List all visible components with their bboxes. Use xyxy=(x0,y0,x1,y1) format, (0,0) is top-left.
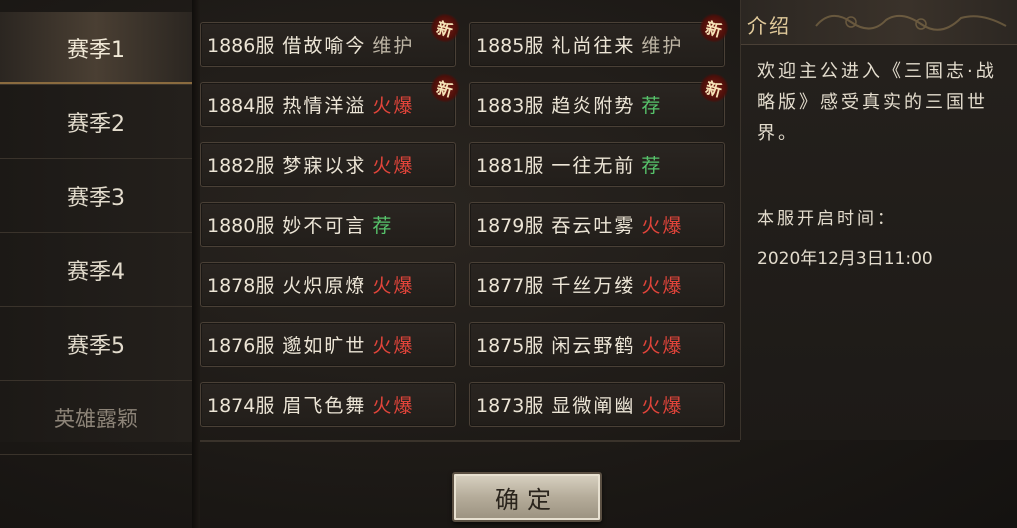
server-status: 荐 xyxy=(641,155,663,177)
server-name: 闲云野鹤 xyxy=(551,335,636,357)
server-card[interactable]: 1879服 吞云吐雾 火爆 xyxy=(469,202,725,247)
intro-panel: 介绍 欢迎主公进入《三国志·战略版》感受真实的三国世界。 本服开启时间： 202… xyxy=(740,0,1017,440)
game-dialog: 赛季1 赛季2 赛季3 赛季4 赛季5 英雄露颖 1886服 借故喻今 维护新 1885服 礼尚往… xyxy=(0,0,1017,528)
server-name: 邈如旷世 xyxy=(282,335,367,357)
server-card[interactable]: 1876服 邈如旷世 火爆 xyxy=(200,322,456,367)
server-number: 1880服 xyxy=(207,215,275,237)
server-card[interactable]: 1886服 借故喻今 维护新 xyxy=(200,10,463,67)
server-card[interactable]: 1882服 梦寐以求 火爆 xyxy=(200,142,456,187)
server-number: 1881服 xyxy=(476,155,544,177)
server-status: 火爆 xyxy=(372,395,415,417)
new-badge-icon: 新 xyxy=(427,70,463,106)
season-tab-6[interactable]: 英雄露颖 xyxy=(0,382,192,455)
server-status: 火爆 xyxy=(372,335,415,357)
season-sidebar: 赛季1 赛季2 赛季3 赛季4 赛季5 英雄露颖 xyxy=(0,12,192,455)
server-name: 显微阐幽 xyxy=(551,395,636,417)
sidebar-divider xyxy=(192,0,200,528)
server-number: 1878服 xyxy=(207,275,275,297)
server-card[interactable]: 1878服 火炽原燎 火爆 xyxy=(200,262,456,307)
server-status: 维护 xyxy=(372,35,415,57)
server-card[interactable]: 1877服 千丝万缕 火爆 xyxy=(469,262,725,307)
grid-divider xyxy=(200,440,740,442)
cloud-ornament-icon xyxy=(815,14,1007,31)
season-tab-5[interactable]: 赛季5 xyxy=(0,308,192,381)
open-time-label: 本服开启时间： xyxy=(757,209,897,229)
server-name: 梦寐以求 xyxy=(282,155,367,177)
server-name: 趋炎附势 xyxy=(551,95,636,117)
server-grid: 1886服 借故喻今 维护新 1885服 礼尚往来 维护新 1884服 热情洋溢 火爆新 1883… xyxy=(200,10,735,444)
season-tab-2[interactable]: 赛季2 xyxy=(0,86,192,159)
server-card[interactable]: 1881服 一往无前荐 xyxy=(469,142,725,187)
server-name: 千丝万缕 xyxy=(551,275,636,297)
server-card[interactable]: 1883服 趋炎附势荐 新 xyxy=(469,70,732,127)
new-badge-icon: 新 xyxy=(696,10,732,46)
server-name: 热情洋溢 xyxy=(282,95,367,117)
server-number: 1875服 xyxy=(476,335,544,357)
server-number: 1885服 xyxy=(476,35,544,57)
server-number: 1882服 xyxy=(207,155,275,177)
server-status: 火爆 xyxy=(372,155,415,177)
server-status: 火爆 xyxy=(372,95,415,117)
intro-title: 介绍 xyxy=(747,14,791,38)
server-card[interactable]: 1884服 热情洋溢 火爆新 xyxy=(200,70,463,127)
season-tab-1[interactable]: 赛季1 xyxy=(0,12,192,85)
server-number: 1883服 xyxy=(476,95,544,117)
open-time-value: 2020年12月3日11:00 xyxy=(757,249,933,269)
server-number: 1874服 xyxy=(207,395,275,417)
server-card[interactable]: 1873服 显微阐幽 火爆 xyxy=(469,382,725,427)
server-card[interactable]: 1874服 眉飞色舞 火爆 xyxy=(200,382,456,427)
server-card[interactable]: 1875服 闲云野鹤 火爆 xyxy=(469,322,725,367)
server-name: 火炽原燎 xyxy=(282,275,367,297)
server-status: 火爆 xyxy=(641,395,684,417)
server-status: 维护 xyxy=(641,35,684,57)
season-tab-3[interactable]: 赛季3 xyxy=(0,160,192,233)
new-badge-icon: 新 xyxy=(427,10,463,46)
server-status: 火爆 xyxy=(641,275,684,297)
server-status: 火爆 xyxy=(641,215,684,237)
server-status: 火爆 xyxy=(372,275,415,297)
season-tab-4[interactable]: 赛季4 xyxy=(0,234,192,307)
server-name: 吞云吐雾 xyxy=(551,215,636,237)
server-number: 1876服 xyxy=(207,335,275,357)
server-number: 1877服 xyxy=(476,275,544,297)
server-name: 借故喻今 xyxy=(282,35,367,57)
server-status: 荐 xyxy=(372,215,394,237)
server-number: 1884服 xyxy=(207,95,275,117)
server-number: 1886服 xyxy=(207,35,275,57)
confirm-button[interactable]: 确定 xyxy=(452,472,602,522)
intro-description: 欢迎主公进入《三国志·战略版》感受真实的三国世界。 xyxy=(757,61,997,144)
server-card[interactable]: 1885服 礼尚往来 维护新 xyxy=(469,10,732,67)
server-number: 1873服 xyxy=(476,395,544,417)
server-name: 一往无前 xyxy=(551,155,636,177)
new-badge-icon: 新 xyxy=(696,70,732,106)
server-status: 荐 xyxy=(641,95,663,117)
server-number: 1879服 xyxy=(476,215,544,237)
server-status: 火爆 xyxy=(641,335,684,357)
intro-header: 介绍 xyxy=(741,0,1017,45)
server-card[interactable]: 1880服 妙不可言荐 xyxy=(200,202,456,247)
server-name: 眉飞色舞 xyxy=(282,395,367,417)
server-name: 礼尚往来 xyxy=(551,35,636,57)
server-name: 妙不可言 xyxy=(282,215,367,237)
